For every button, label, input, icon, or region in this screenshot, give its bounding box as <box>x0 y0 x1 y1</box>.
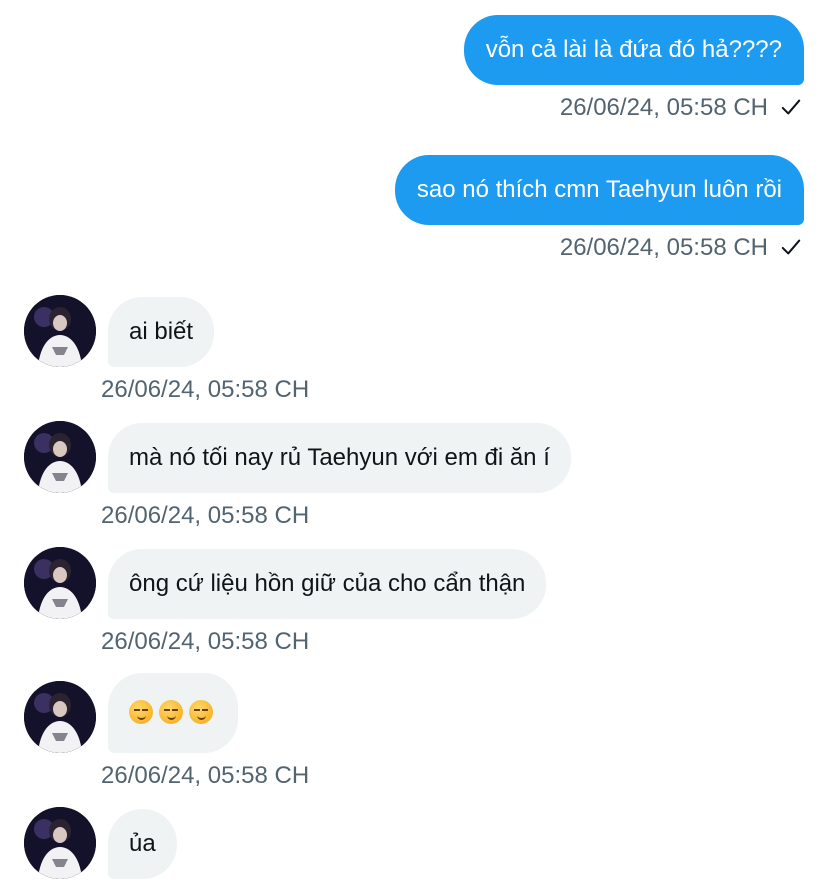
avatar[interactable] <box>24 295 96 367</box>
smirking-face-emoji-icon <box>189 700 213 724</box>
incoming-message-bubble[interactable]: ai biết <box>108 297 215 367</box>
message-timestamp: 26/06/24, 05:58 CH <box>101 762 310 789</box>
sent-check-icon <box>781 99 801 115</box>
message-timestamp: 26/06/24, 05:58 CH <box>101 628 310 655</box>
message-timestamp: 26/06/24, 05:58 CH <box>560 93 802 123</box>
message-text: mà nó tối nay rủ Taehyun với em đi ăn í <box>129 444 550 471</box>
avatar-photo-icon <box>24 421 96 493</box>
outgoing-message-bubble[interactable]: vỗn cả lài là đứa đó hả???? <box>463 15 804 85</box>
incoming-message-bubble[interactable]: ủa <box>108 809 177 879</box>
message-text: ai biết <box>129 318 194 345</box>
outgoing-message-bubble[interactable]: sao nó thích cmn Taehyun luôn rồi <box>394 155 804 225</box>
timestamp-text: 26/06/24, 05:58 CH <box>559 234 768 261</box>
avatar[interactable] <box>24 681 96 753</box>
message-timestamp: 26/06/24, 05:58 CH <box>560 233 802 263</box>
avatar-photo-icon <box>24 681 96 753</box>
message-timestamp: 26/06/24, 05:58 CH <box>101 502 310 529</box>
sent-check-icon <box>781 239 801 255</box>
message-text: vỗn cả lài là đứa đó hả???? <box>485 36 782 63</box>
avatar[interactable] <box>24 807 96 879</box>
incoming-message-bubble[interactable]: mà nó tối nay rủ Taehyun với em đi ăn í <box>108 423 571 493</box>
message-text: ông cứ liệu hồn giữ của cho cẩn thận <box>129 570 526 597</box>
smirking-face-emoji-icon <box>159 700 183 724</box>
avatar[interactable] <box>24 547 96 619</box>
incoming-message-bubble[interactable] <box>108 673 238 753</box>
avatar[interactable] <box>24 421 96 493</box>
avatar-photo-icon <box>24 547 96 619</box>
smirking-face-emoji-icon <box>129 700 153 724</box>
timestamp-text: 26/06/24, 05:58 CH <box>559 94 768 121</box>
avatar-photo-icon <box>24 807 96 879</box>
message-text: sao nó thích cmn Taehyun luôn rồi <box>416 176 782 203</box>
message-timestamp: 26/06/24, 05:58 CH <box>101 376 310 403</box>
avatar-photo-icon <box>24 295 96 367</box>
message-text: ủa <box>129 830 156 857</box>
incoming-message-bubble[interactable]: ông cứ liệu hồn giữ của cho cẩn thận <box>108 549 547 619</box>
